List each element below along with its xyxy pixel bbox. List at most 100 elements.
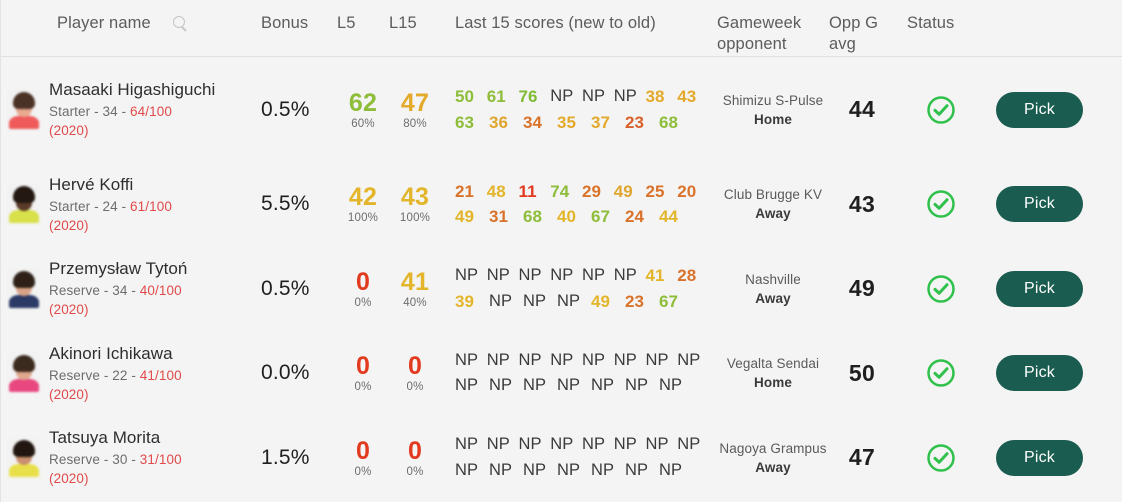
l15-value: 47 [400,88,430,117]
l5-percent: 0% [354,381,372,394]
column-header-status[interactable]: Status [895,8,975,34]
opponent-venue: Away [755,290,791,306]
score-value: 68 [659,112,679,132]
l15-percent: 40% [403,296,427,309]
score-value: NP [591,460,615,479]
player-name[interactable]: Tatsuya Morita [49,427,182,448]
pick-button[interactable]: Pick [995,270,1084,307]
table-row[interactable]: Przemysław Tytoń Reserve - 34 - 40/100 (… [1,246,1122,331]
score-value: NP [557,376,581,395]
bonus-value: 5.5% [261,192,310,216]
score-value: 39 [455,291,475,311]
column-header-opp-g-avg[interactable]: Opp G avg [829,8,895,55]
score-value: 67 [659,291,679,311]
score-row-recent: NP NP NP NP NP NP NP NP [455,432,709,458]
score-row-recent: 21 48 11 74 29 49 25 20 [455,179,709,205]
l5-value: 0 [355,436,371,465]
check-circle-icon [927,95,955,124]
player-info: Przemysław Tytoń Reserve - 34 - 40/100 (… [49,258,187,319]
player-info: Masaaki Higashiguchi Starter - 34 - 64/1… [49,79,215,140]
score-value: NP [455,266,479,285]
status-cell [895,189,975,219]
opponent-venue: Away [755,206,791,222]
l5-value: 0 [355,267,371,296]
player-name-label: Player name [57,14,151,32]
player-cell[interactable]: Akinori Ichikawa Reserve - 22 - 41/100 (… [1,343,261,404]
table-row[interactable]: Hervé Koffi Starter - 24 - 61/100 (2020)… [1,162,1122,247]
score-value: NP [518,435,542,454]
score-value: 50 [455,87,475,106]
score-value: NP [518,266,542,285]
l15-value: 41 [400,267,430,296]
column-header-player-name[interactable]: Player name [1,8,261,34]
opponent-name: Nashville [745,271,801,287]
score-value: NP [550,266,574,285]
player-cell[interactable]: Tatsuya Morita Reserve - 30 - 31/100 (20… [1,427,261,488]
score-value: 29 [582,181,602,201]
player-cell[interactable]: Masaaki Higashiguchi Starter - 34 - 64/1… [1,79,261,140]
player-cell[interactable]: Hervé Koffi Starter - 24 - 61/100 (2020) [1,174,261,235]
score-value: NP [489,460,513,479]
pick-button[interactable]: Pick [995,186,1084,223]
player-rating: 40/100 [139,283,182,299]
score-value: 21 [455,181,475,201]
score-value: NP [645,435,669,454]
action-cell: Pick [975,91,1122,128]
score-row-older: 49 31 68 40 67 24 44 [455,204,709,230]
score-value: 41 [645,266,665,286]
avatar [9,90,39,129]
score-value: NP [550,435,574,454]
l15-cell: 47 80% [389,88,441,130]
score-row-older: NP NP NP NP NP NP NP [455,458,709,484]
l15-value: 0 [407,352,423,381]
l5-value: 42 [348,183,378,212]
opp-g-avg-line1: Opp G [829,14,879,32]
column-header-last-15-scores[interactable]: Last 15 scores (new to old) [441,8,709,34]
bonus-value: 1.5% [261,445,310,469]
check-circle-icon [927,444,955,472]
player-season: (2020) [49,302,89,318]
score-value: 20 [677,181,697,201]
player-name[interactable]: Akinori Ichikawa [49,343,182,364]
table-header-row: Player name Bonus L5 L15 Last 15 scores … [1,0,1122,57]
opp-g-avg-value: 50 [848,359,876,386]
player-name[interactable]: Hervé Koffi [49,174,172,195]
table-row[interactable]: Akinori Ichikawa Reserve - 22 - 41/100 (… [1,331,1122,416]
search-icon[interactable] [172,16,188,31]
player-cell[interactable]: Przemysław Tytoń Reserve - 34 - 40/100 (… [1,258,261,319]
score-value: 67 [591,207,611,227]
score-value: 38 [645,87,665,106]
opponent-name: Club Brugge KV [723,187,823,203]
player-name[interactable]: Masaaki Higashiguchi [49,79,215,100]
opp-g-avg-value: 43 [848,190,876,217]
pick-button[interactable]: Pick [995,439,1084,476]
score-value: NP [455,460,479,479]
score-value: 11 [518,181,537,201]
score-value: NP [550,87,574,105]
l5-value: 62 [348,88,378,117]
score-value: 68 [523,207,543,227]
l15-cell: 0 0% [389,437,441,478]
last-15-scores-cell: NP NP NP NP NP NP NP NP NP NP NP NP NP NP NP [441,348,709,399]
opponent-venue: Home [754,375,792,391]
player-meta: Reserve - 22 - 41/100 [49,367,182,383]
score-value: NP [486,435,510,454]
action-cell: Pick [975,186,1122,223]
column-header-gameweek-opponent[interactable]: Gameweek opponent [709,8,829,55]
check-circle-icon [927,275,955,303]
column-header-l5[interactable]: L5 [337,8,389,34]
pick-button[interactable]: Pick [995,355,1084,392]
table-row[interactable]: Masaaki Higashiguchi Starter - 34 - 64/1… [1,57,1122,162]
l5-cell: 0 0% [337,436,389,478]
table-row[interactable]: Tatsuya Morita Reserve - 30 - 31/100 (20… [1,415,1122,500]
player-name[interactable]: Przemysław Tytoń [49,258,187,279]
bonus-value: 0.5% [261,276,310,300]
column-header-bonus[interactable]: Bonus [261,8,337,34]
score-row-recent: NP NP NP NP NP NP 41 28 [455,263,709,289]
score-value: NP [489,291,513,310]
score-value: NP [613,87,637,105]
action-cell: Pick [975,439,1122,476]
column-header-l15[interactable]: L15 [389,8,441,34]
player-rating: 31/100 [139,452,182,468]
pick-button[interactable]: Pick [995,91,1084,128]
